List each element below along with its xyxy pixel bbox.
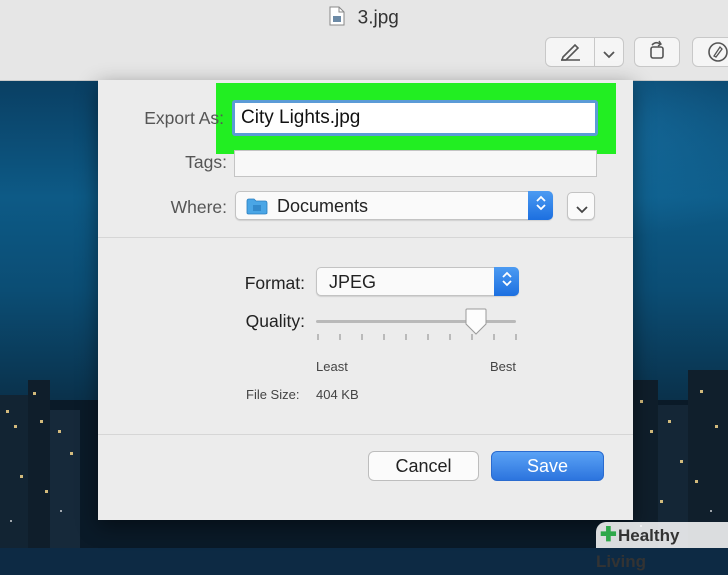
- up-down-chevron-icon: [501, 270, 513, 293]
- divider: [98, 434, 633, 435]
- quality-label: Quality:: [245, 311, 305, 331]
- format-popup[interactable]: JPEG: [316, 267, 519, 296]
- divider: [98, 237, 633, 238]
- slider-thumb[interactable]: [463, 308, 489, 336]
- export-sheet: Export As: City Lights.jpg Tags: Where: …: [98, 80, 633, 520]
- file-size-value: 404 KB: [316, 387, 359, 402]
- file-size-label: File Size:: [246, 387, 300, 402]
- window-titlebar: 3.jpg: [0, 0, 728, 81]
- rotate-icon[interactable]: [646, 40, 668, 65]
- quality-max-label: Best: [490, 359, 517, 374]
- up-down-chevron-icon: [535, 194, 547, 217]
- window-title: 3.jpg: [0, 6, 728, 31]
- window-title-text: 3.jpg: [357, 7, 399, 29]
- chevron-down-icon[interactable]: [602, 47, 616, 65]
- export-as-label: Export As:: [144, 108, 224, 128]
- document-icon: [329, 6, 345, 31]
- where-popup[interactable]: Documents: [235, 191, 553, 220]
- format-value: JPEG: [329, 272, 377, 292]
- tags-field[interactable]: [234, 150, 597, 177]
- cancel-button[interactable]: Cancel: [368, 451, 479, 481]
- markup-tools-button[interactable]: [545, 37, 624, 67]
- tags-label: Tags:: [185, 152, 227, 172]
- format-stepper[interactable]: [494, 267, 519, 296]
- where-value: Documents: [277, 196, 369, 216]
- markup-icon[interactable]: [707, 41, 728, 68]
- where-label: Where:: [170, 197, 227, 217]
- plus-icon: ✚: [600, 524, 617, 546]
- pen-icon[interactable]: [560, 43, 582, 66]
- expand-location-button[interactable]: [567, 192, 595, 220]
- save-button[interactable]: Save: [491, 451, 604, 481]
- quality-min-label: Least: [316, 359, 348, 374]
- markup-button[interactable]: [692, 37, 728, 67]
- chevron-down-icon[interactable]: [575, 202, 589, 220]
- folder-icon: [246, 198, 268, 220]
- where-stepper[interactable]: [528, 191, 553, 220]
- quality-slider[interactable]: [316, 308, 518, 344]
- watermark: ✚Healthy Living: [596, 522, 728, 571]
- format-label: Format:: [244, 273, 305, 293]
- export-as-field[interactable]: City Lights.jpg: [232, 100, 598, 136]
- rotate-button[interactable]: [634, 37, 680, 67]
